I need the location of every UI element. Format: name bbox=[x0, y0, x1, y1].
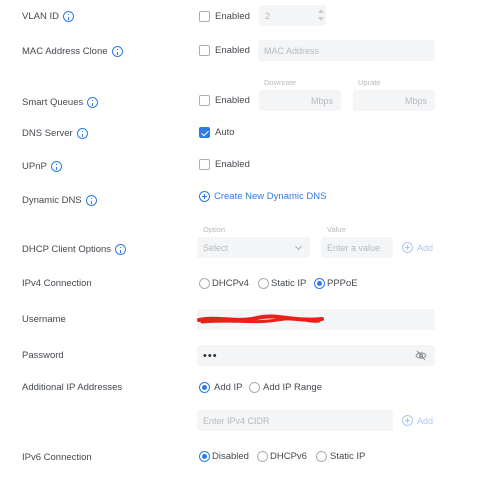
plus-circle-icon bbox=[199, 191, 210, 202]
downrate-label: Downrate bbox=[264, 78, 297, 87]
vlan-id-input[interactable]: 2 bbox=[259, 5, 326, 26]
info-icon[interactable] bbox=[62, 11, 74, 22]
password-label: Password bbox=[22, 350, 64, 361]
create-dynamic-dns-link[interactable]: Create New Dynamic DNS bbox=[199, 191, 326, 202]
info-icon[interactable] bbox=[87, 97, 99, 108]
dhcp-client-options-label: DHCP Client Options bbox=[22, 244, 127, 255]
ipv4-pppoe-radio[interactable] bbox=[314, 278, 325, 289]
eye-slash-icon[interactable] bbox=[415, 350, 427, 361]
dynamic-dns-label: Dynamic DNS bbox=[22, 195, 97, 206]
ipv4-dhcpv4-label: DHCPv4 bbox=[212, 278, 249, 289]
mac-clone-label: MAC Address Clone bbox=[22, 46, 123, 57]
ipv6-dhcpv6-label: DHCPv6 bbox=[270, 451, 307, 462]
mac-address-input[interactable]: MAC Address bbox=[258, 40, 435, 61]
ipv4-static-ip-radio[interactable] bbox=[258, 278, 269, 289]
info-icon[interactable] bbox=[111, 46, 123, 57]
option-label: Option bbox=[203, 225, 226, 234]
redaction-scribble bbox=[197, 314, 324, 324]
ipv6-connection-label: IPv6 Connection bbox=[22, 452, 92, 463]
dns-auto-label: Auto bbox=[215, 127, 235, 138]
ipv4-cidr-input[interactable]: Enter IPv4 CIDR bbox=[197, 410, 393, 431]
dhcp-add-button[interactable]: Add bbox=[402, 242, 433, 253]
ipv6-static-ip-label: Static IP bbox=[330, 451, 366, 462]
uprate-input[interactable]: Mbps bbox=[353, 90, 435, 111]
smart-queues-enabled-checkbox[interactable] bbox=[199, 95, 210, 106]
password-value: ••• bbox=[203, 349, 218, 362]
add-ip-range-radio[interactable] bbox=[249, 382, 260, 393]
chevron-down-icon bbox=[294, 242, 303, 251]
ipv4-dhcpv4-radio[interactable] bbox=[199, 278, 210, 289]
ipv6-static-ip-radio[interactable] bbox=[316, 451, 327, 462]
vlan-id-enabled-checkbox[interactable] bbox=[199, 11, 210, 22]
ipv4-pppoe-label: PPPoE bbox=[327, 278, 358, 289]
additional-ip-add-button[interactable]: Add bbox=[402, 415, 433, 426]
mac-clone-enabled-checkbox[interactable] bbox=[199, 45, 210, 56]
mac-clone-enabled-label: Enabled bbox=[215, 45, 250, 56]
upnp-label: UPnP bbox=[22, 161, 62, 172]
ipv4-connection-label: IPv4 Connection bbox=[22, 278, 92, 289]
plus-circle-icon bbox=[402, 242, 413, 253]
smart-queues-label: Smart Queues bbox=[22, 97, 99, 108]
vlan-id-enabled-label: Enabled bbox=[215, 11, 250, 22]
dhcp-value-input[interactable]: Enter a value bbox=[321, 237, 393, 258]
upnp-enabled-checkbox[interactable] bbox=[199, 159, 210, 170]
plus-circle-icon bbox=[402, 415, 413, 426]
info-icon[interactable] bbox=[76, 128, 88, 139]
add-ip-radio[interactable] bbox=[199, 382, 210, 393]
username-label: Username bbox=[22, 314, 66, 325]
stepper-icon[interactable] bbox=[318, 9, 324, 21]
dhcp-option-select[interactable]: Select bbox=[197, 237, 310, 258]
add-ip-label: Add IP bbox=[214, 382, 243, 393]
smart-queues-enabled-label: Enabled bbox=[215, 95, 250, 106]
info-icon[interactable] bbox=[85, 195, 97, 206]
info-icon[interactable] bbox=[115, 244, 127, 255]
upnp-enabled-label: Enabled bbox=[215, 159, 250, 170]
ipv6-disabled-label: Disabled bbox=[212, 451, 249, 462]
value-label: Value bbox=[327, 225, 346, 234]
add-ip-range-label: Add IP Range bbox=[263, 382, 322, 393]
uprate-label: Uprate bbox=[358, 78, 381, 87]
ipv6-disabled-radio[interactable] bbox=[199, 451, 210, 462]
vlan-id-label: VLAN ID bbox=[22, 11, 74, 22]
dns-server-label: DNS Server bbox=[22, 128, 88, 139]
ipv6-dhcpv6-radio[interactable] bbox=[257, 451, 268, 462]
info-icon[interactable] bbox=[50, 161, 62, 172]
additional-ip-label: Additional IP Addresses bbox=[22, 382, 123, 393]
ipv4-static-ip-label: Static IP bbox=[271, 278, 307, 289]
dns-auto-checkbox[interactable] bbox=[199, 127, 210, 138]
downrate-input[interactable]: Mbps bbox=[259, 90, 341, 111]
password-input[interactable]: ••• bbox=[197, 345, 435, 366]
